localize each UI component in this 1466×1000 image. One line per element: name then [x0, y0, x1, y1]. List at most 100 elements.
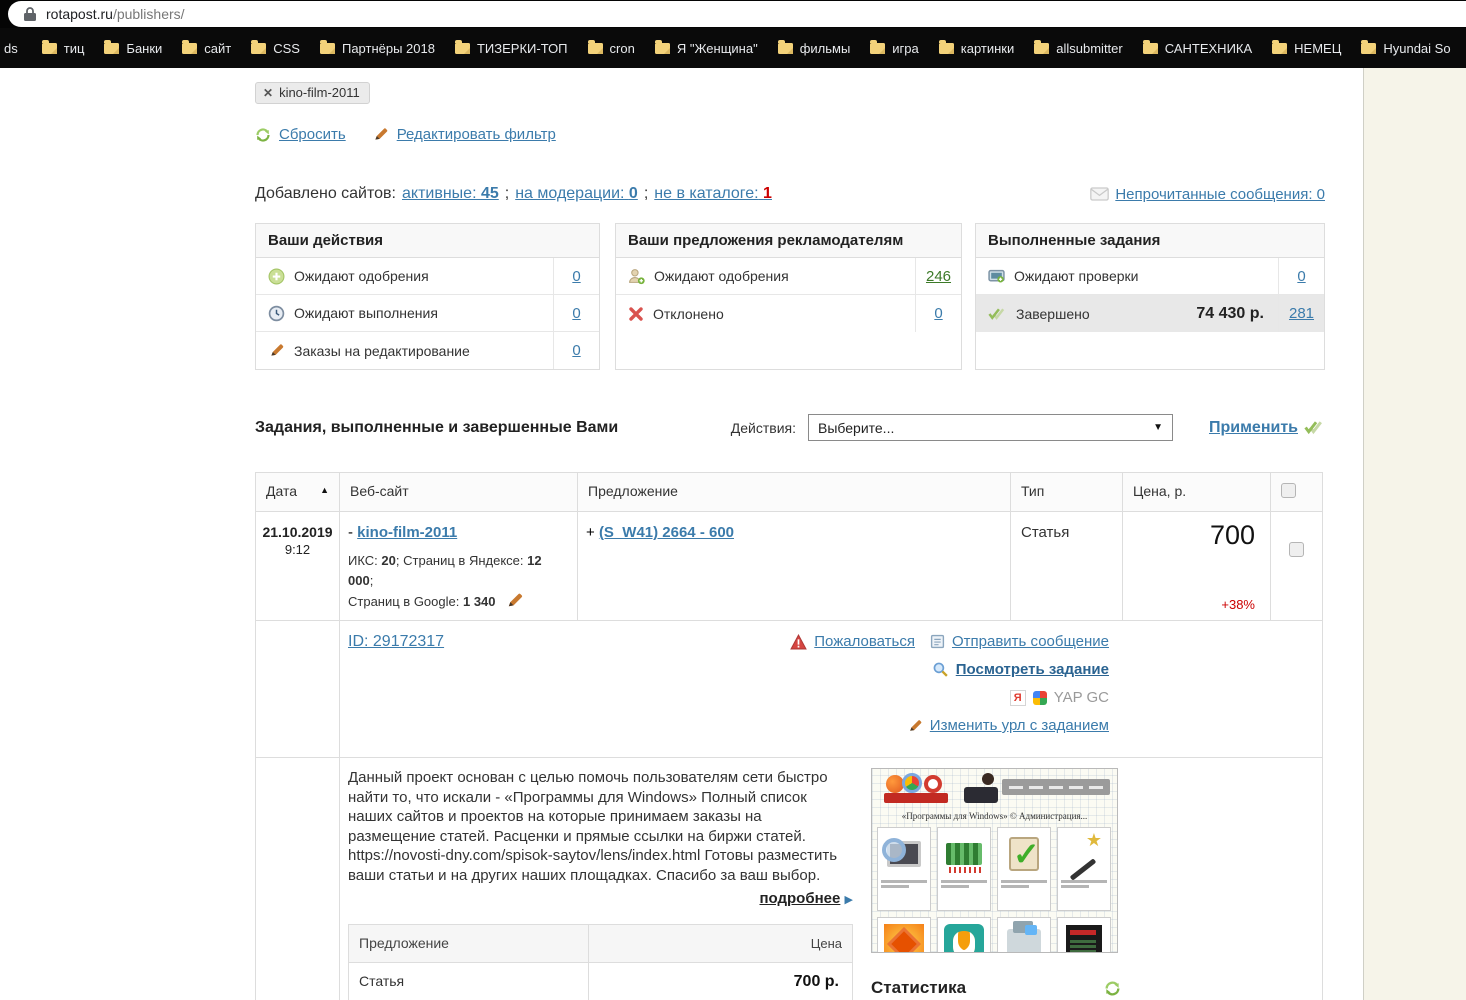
panel-row-label: Ожидают проверки: [1014, 268, 1139, 284]
actions-label: Действия:: [730, 419, 796, 436]
bookmark-item[interactable]: фильмы: [768, 40, 861, 56]
offers-price-table: Предложение Цена Статья 700 р. Пресс-рел…: [348, 923, 853, 1000]
send-message-link[interactable]: Отправить сообщение: [952, 633, 1109, 650]
bookmark-item[interactable]: allsubmitter: [1024, 40, 1132, 56]
panel-row-value-link[interactable]: 0: [1297, 268, 1305, 285]
folder-icon: [41, 40, 57, 54]
apply-button[interactable]: Применить: [1209, 419, 1298, 437]
bookmark-item[interactable]: Я "Женщина": [645, 40, 768, 56]
bookmark-label: CSS: [273, 40, 300, 56]
address-input[interactable]: rotapost.ru/publishers/: [8, 1, 1466, 27]
offer-link[interactable]: (S_W41) 2664 - 600: [599, 524, 734, 541]
column-header-type[interactable]: Тип: [1010, 472, 1123, 512]
bookmark-item[interactable]: сайт: [172, 40, 241, 56]
actions-select[interactable]: Выберите... ▼: [807, 414, 1173, 441]
bookmark-label: НЕМЕЦ: [1294, 40, 1342, 56]
price-cell: 700 +38%: [1122, 511, 1271, 621]
panel-your-offers: Ваши предложения рекламодателям Ожидают …: [615, 223, 962, 370]
column-header-site[interactable]: Веб-сайт: [339, 472, 578, 512]
site-metrics: ИКС: 20; Страниц в Яндексе: 12 000; Стра…: [348, 553, 542, 610]
statistics-title: Статистика: [871, 978, 967, 997]
panel-row-value-link[interactable]: 246: [926, 268, 951, 285]
bookmark-item[interactable]: игра: [860, 40, 928, 56]
folder-icon: [654, 40, 670, 54]
panel-row-value-link[interactable]: 281: [1289, 305, 1314, 322]
view-task-link[interactable]: Посмотреть задание: [956, 661, 1109, 678]
folder-icon: [182, 40, 198, 54]
refresh-icon: [255, 127, 271, 143]
not-in-catalog-link[interactable]: не в каталоге: 1: [654, 185, 772, 203]
edit-filter-link[interactable]: Редактировать фильтр: [397, 126, 556, 143]
clock-icon: [268, 305, 285, 322]
plus-circle-icon: [268, 268, 285, 285]
monitor-check-icon: [988, 268, 1005, 285]
empty-date-cell: [255, 620, 340, 758]
thumbnail-ribbon-decor: [884, 793, 948, 803]
price-value: 700: [1209, 520, 1255, 550]
bookmark-label: Партнёры 2018: [341, 40, 435, 56]
offer-expand-toggle[interactable]: +: [586, 524, 595, 541]
more-link[interactable]: подробнее: [759, 890, 840, 907]
panel-row-value-link[interactable]: 0: [934, 305, 942, 322]
folder-icon: [1361, 40, 1377, 54]
thumbnail-site-title: «Программы для Windows» © Администрация.…: [901, 811, 1088, 821]
select-all-checkbox[interactable]: [1281, 483, 1296, 498]
panel-row-label: Ожидают выполнения: [294, 305, 438, 321]
yandex-icon[interactable]: Я: [1009, 689, 1026, 706]
details-cell: Данный проект основан с целью помочь пол…: [339, 757, 1323, 1000]
site-link[interactable]: kino-film-2011: [357, 524, 457, 541]
empty-date-cell: [255, 757, 340, 1000]
reset-filter-link[interactable]: Сбросить: [279, 126, 346, 143]
complain-link[interactable]: Пожаловаться: [814, 633, 915, 650]
task-id-link[interactable]: ID: 29172317: [348, 633, 444, 651]
bookmark-item[interactable]: САНТЕХНИКА: [1133, 40, 1262, 56]
bookmark-item[interactable]: Hyundai So: [1351, 40, 1460, 56]
bookmark-item[interactable]: НЕМЕЦ: [1262, 40, 1351, 56]
column-header-price[interactable]: Цена, р.: [1122, 472, 1271, 512]
site-thumbnail[interactable]: «Программы для Windows» © Администрация.…: [871, 768, 1118, 953]
thumbnail-nav-decor: [1002, 779, 1110, 795]
browser-chrome: rotapost.ru/publishers/ ds тиц Банки сай…: [0, 0, 1466, 68]
envelope-icon: [1090, 187, 1110, 201]
statistics-block: Статистика a Alexa Rank 12 287 958 Я: [871, 978, 1121, 1000]
bookmark-item[interactable]: Банки: [94, 40, 172, 56]
folder-icon: [777, 40, 793, 54]
panel-row-label: Ожидают одобрения: [294, 268, 429, 284]
bookmark-label: сайт: [204, 40, 232, 56]
unread-messages-link[interactable]: Непрочитанные сообщения: 0: [1115, 186, 1325, 203]
bookmark-item[interactable]: Партнёры 2018: [310, 40, 445, 56]
google-icon[interactable]: [1032, 690, 1047, 705]
bookmark-item[interactable]: ds: [0, 41, 32, 56]
folder-icon: [251, 40, 267, 54]
panel-row: Ожидают выполнения 0: [256, 295, 599, 332]
panel-row-value-link[interactable]: 0: [572, 305, 580, 322]
panel-completed-tasks: Выполненные задания Ожидают проверки 0 З…: [975, 223, 1325, 370]
task-time: 9:12: [284, 542, 311, 557]
edit-metrics-pencil-icon[interactable]: [505, 591, 524, 610]
pencil-icon: [372, 126, 389, 143]
page-right-background: [1363, 68, 1466, 1000]
panel-row-value-link[interactable]: 0: [572, 342, 580, 359]
remove-tag-icon[interactable]: ✕: [263, 86, 273, 100]
folder-icon: [1034, 40, 1050, 54]
panel-row-value-link[interactable]: 0: [572, 268, 580, 285]
bookmark-item[interactable]: cron: [578, 40, 645, 56]
bookmark-item[interactable]: тиц: [32, 40, 95, 56]
active-sites-link[interactable]: активные: 45: [402, 185, 499, 203]
column-header-date[interactable]: Дата ▲: [255, 472, 340, 512]
panel-row-label: Заказы на редактирование: [294, 342, 470, 359]
refresh-stats-icon[interactable]: [1104, 980, 1121, 997]
column-header-offer[interactable]: Предложение: [577, 472, 1011, 512]
price-change: +38%: [1221, 597, 1255, 612]
bookmark-label: тиц: [63, 40, 85, 56]
bookmark-item[interactable]: ТИЗЕРКИ-ТОП: [445, 40, 578, 56]
folder-icon: [319, 40, 335, 54]
filter-tag-label: kino-film-2011: [279, 85, 360, 100]
bookmark-item[interactable]: CSS: [241, 40, 310, 56]
tasks-section-title: Задания, выполненные и завершенные Вами: [255, 418, 619, 436]
change-url-link[interactable]: Изменить урл с заданием: [930, 717, 1109, 734]
moderation-sites-link[interactable]: на модерации: 0: [515, 185, 638, 203]
site-prefix: -: [348, 524, 353, 541]
row-checkbox[interactable]: [1289, 542, 1304, 557]
bookmark-item[interactable]: картинки: [929, 40, 1025, 56]
